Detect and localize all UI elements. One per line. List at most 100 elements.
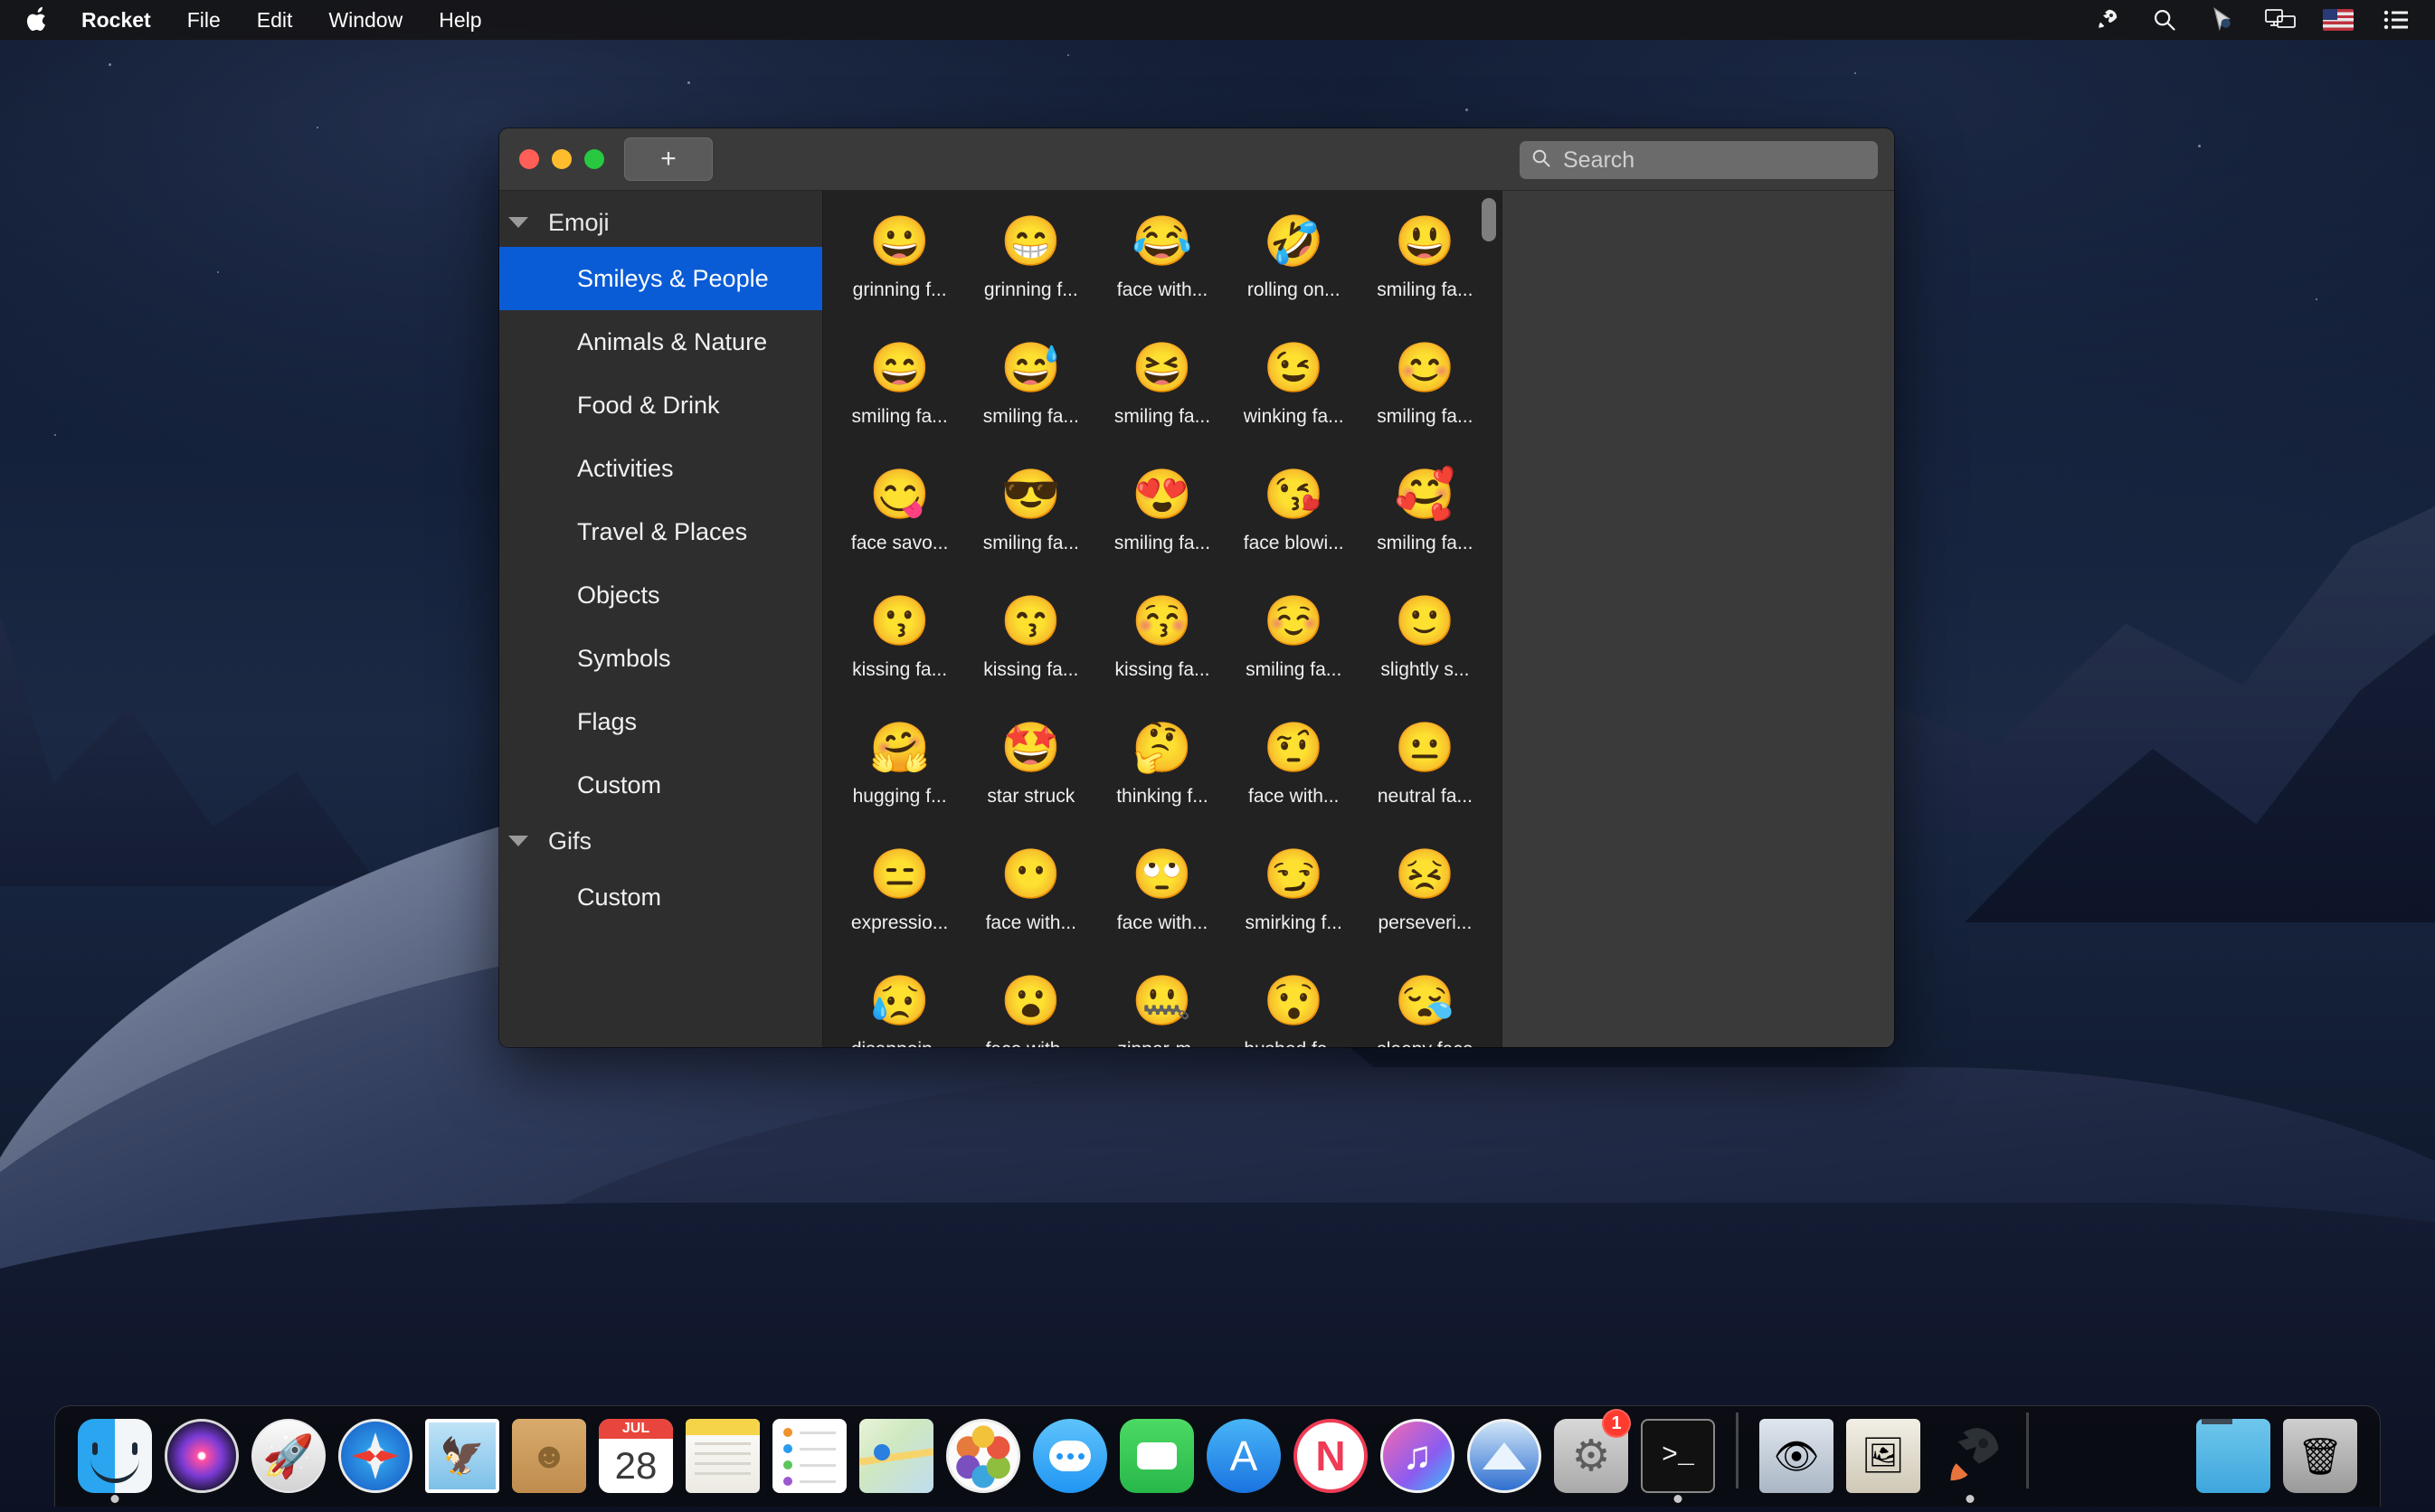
- emoji-cell[interactable]: 😀 grinning f...: [834, 207, 965, 334]
- search-icon[interactable]: [2149, 6, 2180, 33]
- sidebar-item-activities[interactable]: Activities: [499, 437, 822, 500]
- emoji-cell[interactable]: 🥰 smiling fa...: [1360, 460, 1491, 587]
- sidebar-item-travel-places[interactable]: Travel & Places: [499, 500, 822, 563]
- menu-item-file[interactable]: File: [169, 0, 239, 40]
- menu-item-rocket[interactable]: Rocket: [63, 0, 169, 40]
- dock-item-itunes[interactable]: ♫: [1374, 1411, 1461, 1501]
- menu-item-window[interactable]: Window: [310, 0, 421, 40]
- sidebar-item-animals-nature[interactable]: Animals & Nature: [499, 310, 822, 373]
- cursor-pointer-icon[interactable]: [2207, 6, 2238, 33]
- emoji-cell[interactable]: 🤐 zipper-m...: [1096, 967, 1227, 1047]
- emoji-cell[interactable]: 😗 kissing fa...: [834, 587, 965, 713]
- dock-item-app-store-alt[interactable]: [1461, 1411, 1548, 1501]
- emoji-cell[interactable]: 🤨 face with...: [1228, 713, 1360, 840]
- search-field[interactable]: [1520, 141, 1878, 179]
- dock-item-facetime[interactable]: [1113, 1411, 1200, 1501]
- rocket-icon[interactable]: [2091, 6, 2122, 33]
- close-button[interactable]: [519, 149, 539, 169]
- dock-item-launchpad[interactable]: 🚀: [245, 1411, 332, 1501]
- dock-item-reminders[interactable]: [766, 1411, 853, 1501]
- emoji-glyph: 🥰: [1394, 468, 1456, 522]
- dock-item-screen-sharing[interactable]: 👁: [1753, 1411, 1840, 1501]
- menu-item-help[interactable]: Help: [421, 0, 499, 40]
- emoji-cell[interactable]: 🤣 rolling on...: [1228, 207, 1360, 334]
- dock-item-system-preferences[interactable]: ⚙ 1: [1548, 1409, 1634, 1501]
- emoji-cell[interactable]: 😣 perseveri...: [1360, 840, 1491, 967]
- emoji-cell[interactable]: 😪 sleepy face: [1360, 967, 1491, 1047]
- emoji-cell[interactable]: 😯 hushed fa...: [1228, 967, 1360, 1047]
- emoji-cell[interactable]: 😚 kissing fa...: [1096, 587, 1227, 713]
- dock-divider: [2026, 1412, 2029, 1488]
- dock-item-maps[interactable]: [853, 1411, 940, 1501]
- chevron-down-icon[interactable]: [508, 217, 528, 228]
- emoji-label: grinning f...: [983, 279, 1078, 300]
- emoji-cell[interactable]: 😊 smiling fa...: [1360, 334, 1491, 460]
- chevron-down-icon[interactable]: [508, 836, 528, 846]
- dock-item-downloads-folder[interactable]: [2190, 1411, 2277, 1501]
- emoji-cell[interactable]: 😅 smiling fa...: [965, 334, 1096, 460]
- emoji-cell[interactable]: 😐 neutral fa...: [1360, 713, 1491, 840]
- sidebar-item-gifs-custom[interactable]: Custom: [499, 865, 822, 929]
- emoji-cell[interactable]: 🙄 face with...: [1096, 840, 1227, 967]
- sidebar-item-symbols[interactable]: Symbols: [499, 627, 822, 690]
- dock-item-terminal[interactable]: >_: [1634, 1411, 1721, 1503]
- dock-item-news[interactable]: N: [1287, 1411, 1374, 1501]
- grid-scrollbar[interactable]: [1482, 198, 1496, 1041]
- sidebar-item-objects[interactable]: Objects: [499, 563, 822, 627]
- emoji-cell[interactable]: 😏 smirking f...: [1228, 840, 1360, 967]
- sidebar-item-food-drink[interactable]: Food & Drink: [499, 373, 822, 437]
- dock-item-messages[interactable]: [1027, 1411, 1113, 1501]
- emoji-label: face blowi...: [1243, 533, 1344, 553]
- dock-item-app-store[interactable]: A: [1200, 1411, 1287, 1501]
- emoji-cell[interactable]: 😘 face blowi...: [1228, 460, 1360, 587]
- dock-item-photos[interactable]: [940, 1411, 1027, 1501]
- apple-logo-icon[interactable]: [20, 5, 63, 35]
- emoji-cell[interactable]: 😎 smiling fa...: [965, 460, 1096, 587]
- emoji-cell[interactable]: 🤔 thinking f...: [1096, 713, 1227, 840]
- sidebar-group-gifs[interactable]: Gifs: [499, 817, 822, 865]
- emoji-cell[interactable]: 😙 kissing fa...: [965, 587, 1096, 713]
- minimize-button[interactable]: [552, 149, 572, 169]
- dock-item-mail[interactable]: 🦅: [419, 1411, 506, 1501]
- emoji-cell[interactable]: 😉 winking fa...: [1228, 334, 1360, 460]
- dock-item-contacts[interactable]: ☻: [506, 1411, 592, 1501]
- emoji-cell[interactable]: 🤩 star struck: [965, 713, 1096, 840]
- dock-item-safari[interactable]: [332, 1411, 419, 1501]
- dock-item-notes[interactable]: [679, 1411, 766, 1501]
- emoji-cell[interactable]: 😆 smiling fa...: [1096, 334, 1227, 460]
- us-flag-input-icon[interactable]: [2323, 6, 2354, 33]
- sidebar-group-emoji[interactable]: Emoji: [499, 198, 822, 247]
- menu-item-edit[interactable]: Edit: [239, 0, 311, 40]
- emoji-cell[interactable]: 😶 face with...: [965, 840, 1096, 967]
- zoom-button[interactable]: [584, 149, 604, 169]
- emoji-glyph: 🙄: [1132, 847, 1193, 902]
- sidebar-item-emoji-custom[interactable]: Custom: [499, 753, 822, 817]
- emoji-cell[interactable]: 😂 face with...: [1096, 207, 1227, 334]
- emoji-cell[interactable]: 🙂 slightly s...: [1360, 587, 1491, 713]
- dock-item-siri[interactable]: [158, 1411, 245, 1501]
- dock-item-preview[interactable]: 🖼: [1840, 1411, 1927, 1501]
- sidebar-item-label: Food & Drink: [577, 391, 720, 419]
- emoji-cell[interactable]: 😑 expressio...: [834, 840, 965, 967]
- emoji-cell[interactable]: 😥 disappoin...: [834, 967, 965, 1047]
- emoji-cell[interactable]: 🤗 hugging f...: [834, 713, 965, 840]
- emoji-cell[interactable]: 😃 smiling fa...: [1360, 207, 1491, 334]
- add-button[interactable]: +: [624, 137, 713, 181]
- search-input[interactable]: [1561, 146, 1867, 175]
- emoji-cell[interactable]: 😍 smiling fa...: [1096, 460, 1227, 587]
- sidebar-item-smileys-people[interactable]: Smileys & People: [499, 247, 822, 310]
- emoji-cell[interactable]: 😁 grinning f...: [965, 207, 1096, 334]
- dock-item-finder[interactable]: [71, 1411, 158, 1503]
- dock-item-trash[interactable]: 🗑: [2277, 1411, 2364, 1501]
- grid-scrollbar-thumb[interactable]: [1482, 198, 1496, 241]
- emoji-cell[interactable]: ☺️ smiling fa...: [1228, 587, 1360, 713]
- emoji-cell[interactable]: 😮 face with...: [965, 967, 1096, 1047]
- emoji-cell[interactable]: 😄 smiling fa...: [834, 334, 965, 460]
- control-center-list-icon[interactable]: [2381, 6, 2411, 33]
- screens-display-icon[interactable]: [2265, 6, 2296, 33]
- sidebar-item-flags[interactable]: Flags: [499, 690, 822, 753]
- sidebar-item-label: Custom: [577, 883, 662, 911]
- dock-item-calendar[interactable]: JUL 28: [592, 1411, 679, 1501]
- dock-item-rocket[interactable]: [1927, 1411, 2013, 1503]
- emoji-cell[interactable]: 😋 face savo...: [834, 460, 965, 587]
